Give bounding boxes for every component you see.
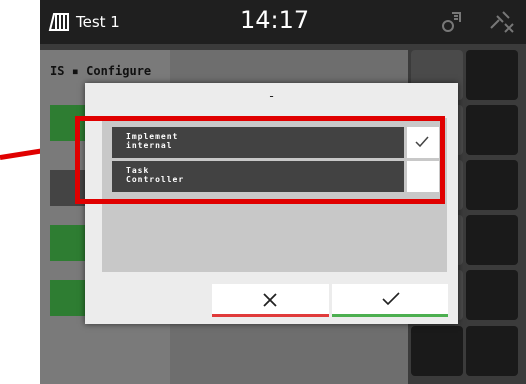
implement-icon xyxy=(48,13,69,31)
softkey-column-right xyxy=(466,50,522,384)
status-bar: Test 1 14:17 xyxy=(40,0,526,44)
gps-receiver-icon[interactable] xyxy=(440,10,464,34)
confirm-button[interactable] xyxy=(332,284,448,317)
checkmark-icon xyxy=(382,292,400,306)
satellite-off-icon[interactable] xyxy=(487,10,515,34)
softkey-r5[interactable] xyxy=(466,270,518,320)
softkey-r2[interactable] xyxy=(466,105,518,155)
x-icon xyxy=(263,293,277,307)
page-title: Test 1 xyxy=(76,13,120,31)
background-header-text: IS ▪ Configure xyxy=(50,64,152,78)
softkey-r4[interactable] xyxy=(466,215,518,265)
cancel-button[interactable] xyxy=(212,284,329,317)
dialog-title: - xyxy=(269,89,274,103)
section-map-icon xyxy=(50,280,86,316)
annotation-highlight-box xyxy=(75,116,445,204)
softkey-r1[interactable] xyxy=(466,50,518,100)
section-control-icon xyxy=(50,225,86,261)
softkey-r3[interactable] xyxy=(466,160,518,210)
softkey-l6[interactable] xyxy=(411,326,463,376)
softkey-r6[interactable] xyxy=(466,326,518,376)
clock: 14:17 xyxy=(240,6,310,34)
